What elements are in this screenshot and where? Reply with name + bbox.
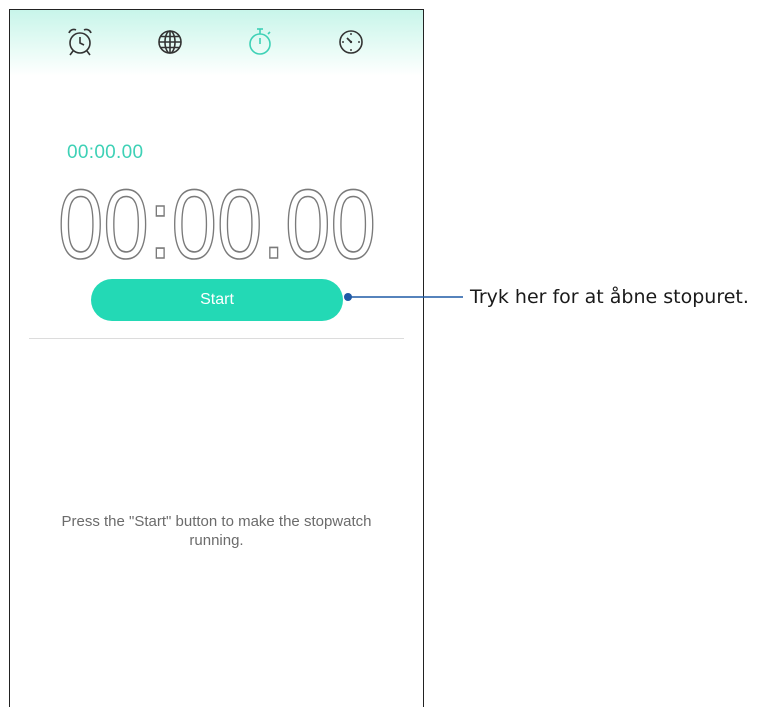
callout-label: Tryk her for at åbne stopuret. [470,286,749,308]
start-hint-text: Press the "Start" button to make the sto… [61,513,372,549]
page: 00:00.00 00:00.00 Start Press the "Start… [0,0,772,707]
lap-time: 00:00.00 [67,142,144,163]
tab-alarm[interactable] [62,24,98,60]
start-button[interactable]: Start [91,279,343,321]
callout-pointer [344,293,463,301]
divider [29,338,404,339]
tab-world-clock[interactable] [152,24,188,60]
elapsed-time-display: 00:00.00 [10,170,423,280]
tab-timer[interactable] [333,24,369,60]
stopwatch-icon [249,28,271,55]
globe-icon [158,30,182,54]
elapsed-time-digits: 00:00.00 [57,170,377,280]
tab-stopwatch[interactable] [242,24,278,60]
phone-screen: 00:00.00 00:00.00 Start Press the "Start… [9,9,424,707]
timer-icon [339,30,363,54]
tab-bar [10,10,423,76]
alarm-clock-icon [68,28,92,56]
elapsed-time-text: 00:00.00 [58,170,376,279]
